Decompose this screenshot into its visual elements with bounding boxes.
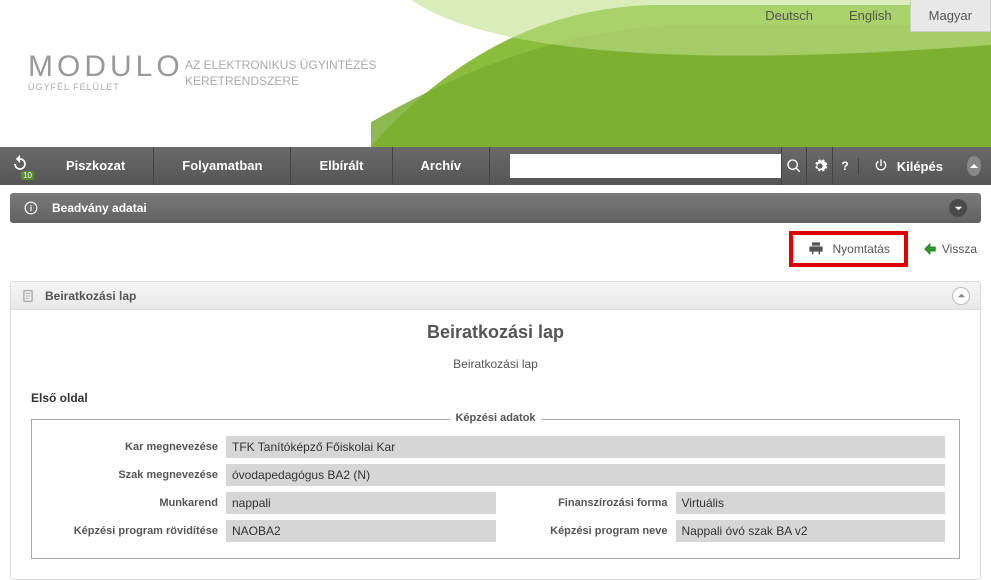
tagline-line2: KERETRENDSZERE	[185, 74, 376, 90]
label-finansz: Finanszírozási forma	[496, 497, 676, 509]
training-data-fieldset: Képzési adatok Kar megnevezése TFK Tanít…	[31, 419, 960, 559]
value-szak: óvodapedagógus BA2 (N)	[226, 464, 945, 486]
panel-toggle[interactable]	[952, 287, 970, 305]
value-munkarend: nappali	[226, 492, 496, 514]
lang-de[interactable]: Deutsch	[747, 0, 831, 32]
value-progneve: Nappali óvó szak BA v2	[676, 520, 946, 542]
menu-folyamatban[interactable]: Folyamatban	[154, 147, 291, 185]
logo-tagline: AZ ELEKTRONIKUS ÜGYINTÉZÉS KERETRENDSZER…	[185, 58, 376, 89]
label-munkarend: Munkarend	[46, 497, 226, 509]
logo-text: MODULO	[28, 50, 184, 84]
print-button[interactable]: Nyomtatás	[789, 231, 908, 267]
power-icon	[873, 158, 889, 174]
label-szak: Szak megnevezése	[46, 469, 226, 481]
value-rovid: NAOBA2	[226, 520, 496, 542]
menu-piszkozat[interactable]: Piszkozat	[38, 147, 154, 185]
print-icon	[807, 241, 825, 257]
section-toggle[interactable]	[949, 199, 967, 217]
page-header: Első oldal	[31, 391, 960, 405]
panel-header: Beiratkozási lap	[11, 282, 980, 310]
section-title: Beadvány adatai	[52, 201, 949, 215]
menu-elbiralt[interactable]: Elbírált	[291, 147, 392, 185]
action-row: Nyomtatás Vissza	[0, 223, 991, 281]
search-icon	[786, 158, 802, 174]
svg-text:?: ?	[842, 159, 849, 173]
value-kar: TFK Tanítóképző Főiskolai Kar	[226, 436, 945, 458]
help-icon: ?	[837, 158, 853, 174]
refresh-button[interactable]: 10	[10, 154, 30, 178]
search-input[interactable]	[510, 154, 781, 178]
info-icon: i	[24, 201, 38, 215]
print-label: Nyomtatás	[833, 242, 890, 256]
panel-title: Beiratkozási lap	[45, 289, 952, 303]
section-header: i Beadvány adatai	[10, 193, 981, 223]
back-label: Vissza	[942, 242, 977, 256]
logout-label: Kilépés	[897, 159, 943, 174]
search-button[interactable]	[781, 147, 807, 185]
tagline-line1: AZ ELEKTRONIKUS ÜGYINTÉZÉS	[185, 58, 376, 74]
chevron-down-icon	[954, 204, 963, 213]
panel-body: Beiratkozási lap Beiratkozási lap Első o…	[11, 310, 980, 579]
label-progneve: Képzési program neve	[496, 525, 676, 537]
document-subtitle: Beiratkozási lap	[31, 357, 960, 371]
document-icon	[21, 289, 35, 303]
back-link[interactable]: Vissza	[922, 241, 977, 257]
document-panel: Beiratkozási lap Beiratkozási lap Beirat…	[10, 281, 981, 580]
settings-button[interactable]	[806, 147, 832, 185]
label-rovid: Képzési program rövidítése	[46, 525, 226, 537]
chevron-up-icon	[957, 291, 966, 300]
gear-icon	[812, 158, 828, 174]
back-arrow-icon	[922, 241, 938, 257]
value-finansz: Virtuális	[676, 492, 946, 514]
logout-button[interactable]: Kilépés	[858, 158, 957, 174]
menu-archiv[interactable]: Archív	[393, 147, 490, 185]
menu-collapse-button[interactable]	[967, 156, 981, 176]
help-button[interactable]: ?	[832, 147, 858, 185]
fieldset-legend: Képzési adatok	[449, 412, 541, 424]
svg-text:i: i	[30, 204, 32, 213]
lang-hu[interactable]: Magyar	[910, 0, 991, 32]
logo: MODULO ÜGYFÉL FELÜLET	[28, 50, 184, 92]
language-bar: Deutsch English Magyar	[747, 0, 991, 32]
chevron-up-icon	[969, 161, 979, 171]
header: Deutsch English Magyar MODULO ÜGYFÉL FEL…	[0, 0, 991, 147]
refresh-badge: 10	[21, 171, 34, 180]
main-menu: 10 Piszkozat Folyamatban Elbírált Archív…	[0, 147, 991, 185]
label-kar: Kar megnevezése	[46, 441, 226, 453]
lang-en[interactable]: English	[831, 0, 910, 32]
document-title: Beiratkozási lap	[31, 322, 960, 343]
